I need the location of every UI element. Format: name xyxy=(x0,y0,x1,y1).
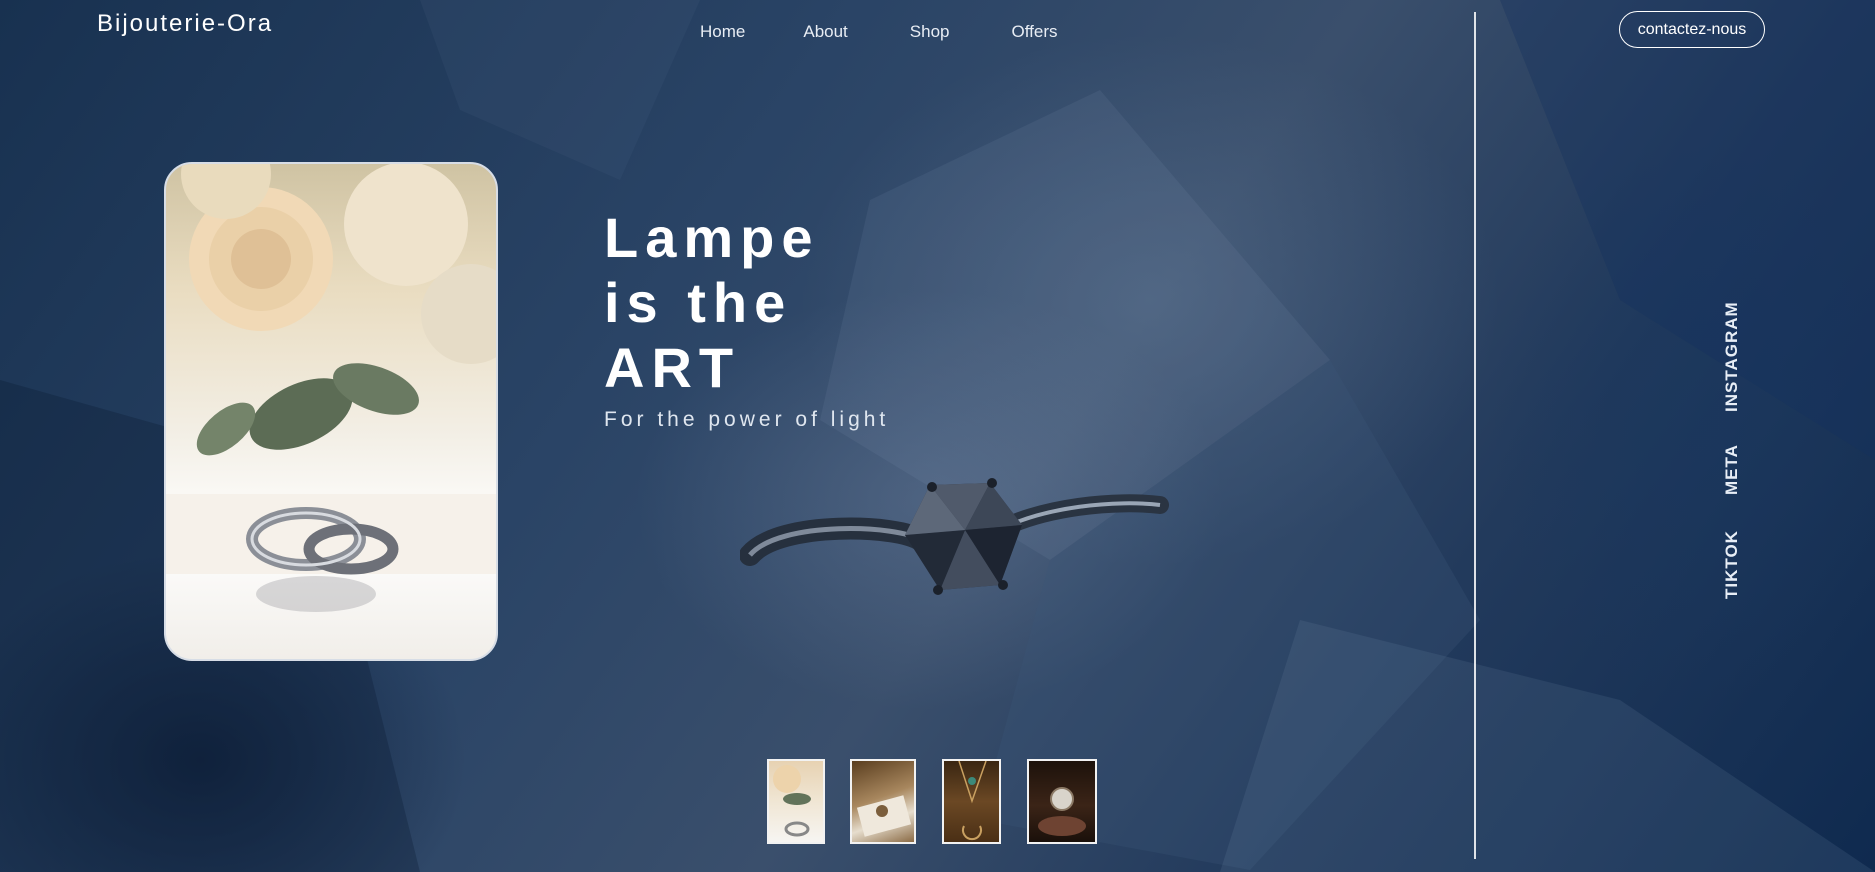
nav-offers[interactable]: Offers xyxy=(1012,22,1058,42)
social-instagram[interactable]: INSTAGRAM xyxy=(1722,301,1742,412)
thumbnail-2[interactable] xyxy=(850,759,916,844)
social-tiktok[interactable]: TIKTOK xyxy=(1722,530,1742,599)
social-links: INSTAGRAM META TIKTOK xyxy=(1722,290,1754,610)
thumbnail-4[interactable] xyxy=(1027,759,1097,844)
hero-title-line-3: ART xyxy=(604,336,741,399)
nav-about[interactable]: About xyxy=(803,22,847,42)
diamond-ring-image xyxy=(740,478,1169,595)
nav-shop[interactable]: Shop xyxy=(910,22,950,42)
thumbnail-1[interactable] xyxy=(767,759,825,844)
thumbnail-3[interactable] xyxy=(942,759,1001,844)
feature-image-card xyxy=(164,162,498,661)
vertical-divider xyxy=(1474,12,1476,859)
hero-tagline: For the power of light xyxy=(604,408,890,431)
contact-button[interactable]: contactez-nous xyxy=(1619,11,1765,48)
nav-home[interactable]: Home xyxy=(700,22,745,42)
wedding-rings-image xyxy=(166,164,496,612)
social-meta[interactable]: META xyxy=(1722,444,1742,495)
main-nav: Home About Shop Offers xyxy=(700,22,1119,42)
hero-text: Lampe is the ART For the power of light xyxy=(604,205,889,432)
brand-logo[interactable]: Bijouterie-Ora xyxy=(97,10,273,38)
hero-title-line-2: is the xyxy=(604,271,793,334)
hero-title-line-1: Lampe xyxy=(604,206,820,269)
